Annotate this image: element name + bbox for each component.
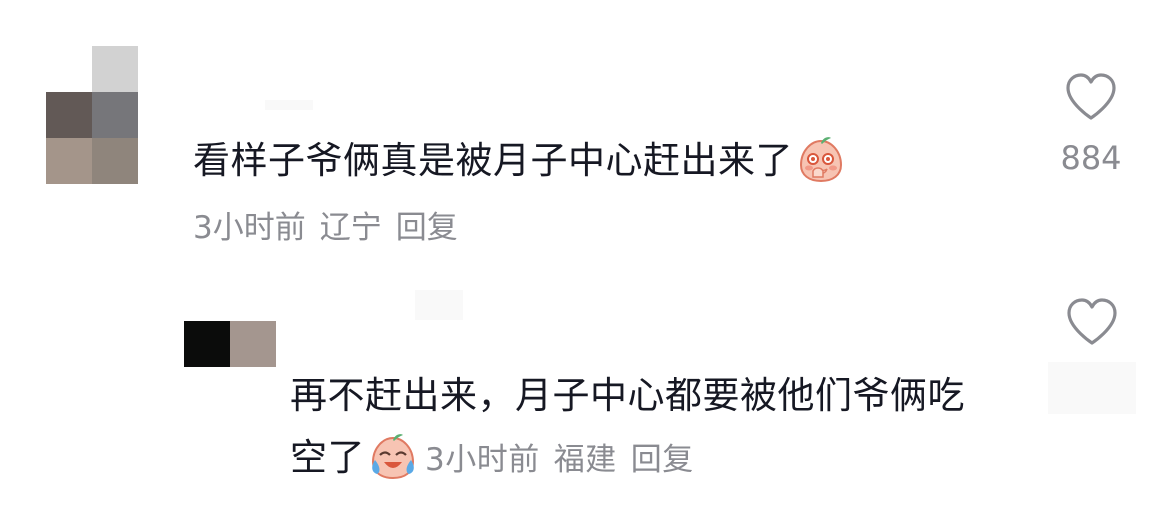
covering-mouth-laugh-emoji-icon: [799, 136, 843, 182]
comment-meta: 3小时前 辽宁 回复: [193, 208, 472, 248]
username-placeholder: [415, 290, 463, 320]
heart-icon[interactable]: [1064, 72, 1118, 122]
like-count-placeholder: [1048, 362, 1136, 414]
tears-of-joy-emoji-icon: [371, 433, 415, 479]
reply-location: 福建: [553, 442, 617, 478]
reply-like-button[interactable]: [1060, 297, 1124, 347]
reply-button[interactable]: 回复: [631, 442, 694, 478]
heart-icon[interactable]: [1065, 297, 1119, 347]
comment-time: 3小时前: [193, 210, 306, 246]
comment-list: 看样子爷俩真是被月子中心赶出来了 3小时前 辽宁 回复 884 再不赶出来，月子中心…: [0, 0, 1170, 505]
username-placeholder: [265, 100, 313, 110]
reply-avatar[interactable]: [184, 321, 276, 367]
avatar[interactable]: [46, 46, 138, 184]
reply-time: 3小时前: [425, 442, 540, 478]
comment-text: 看样子爷俩真是被月子中心赶出来了: [193, 136, 845, 186]
reply-button[interactable]: 回复: [396, 210, 458, 246]
like-count: 884: [1060, 139, 1122, 177]
comment-body: 看样子爷俩真是被月子中心赶出来了: [193, 139, 793, 182]
comment-location: 辽宁: [319, 210, 382, 246]
reply-comment-text: 再不赶出来，月子中心都要被他们爷俩吃空了 3小时前 福建 回复: [290, 365, 990, 491]
reply-meta: 3小时前 福建 回复: [425, 442, 708, 478]
like-button[interactable]: 884: [1055, 72, 1127, 176]
